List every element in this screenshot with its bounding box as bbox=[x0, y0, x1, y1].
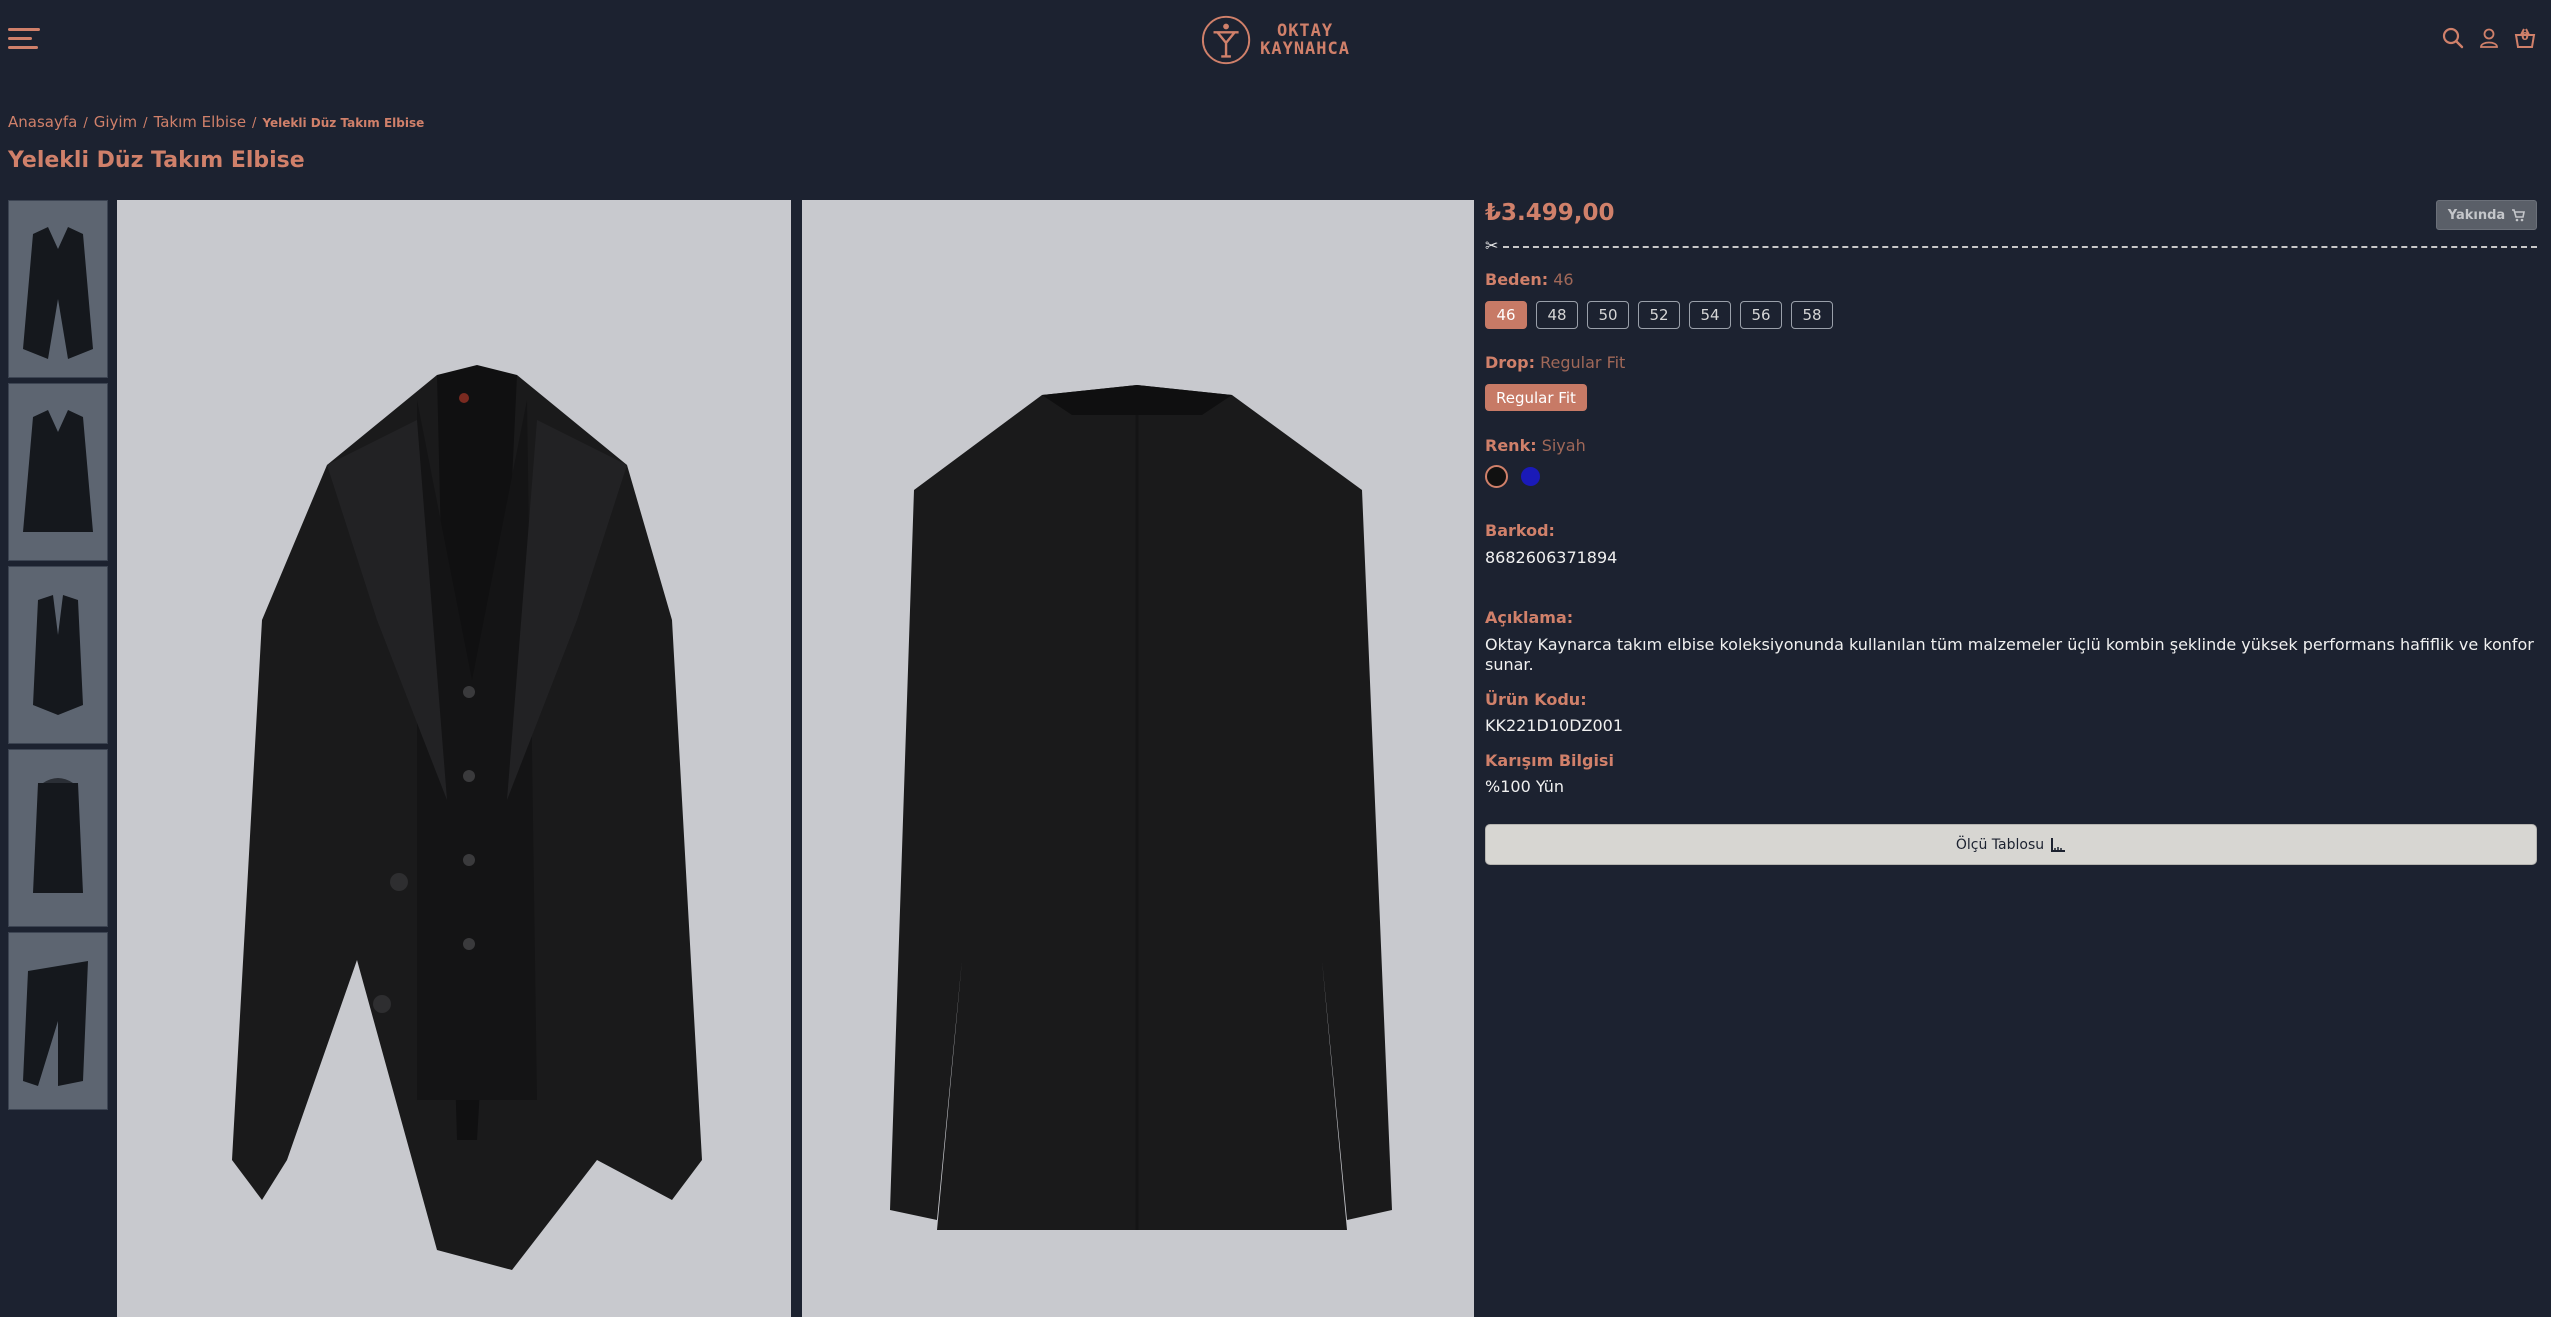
size-option-58[interactable]: 58 bbox=[1791, 301, 1833, 329]
cart-count: 0 bbox=[2521, 30, 2529, 43]
barcode-value: 8682606371894 bbox=[1485, 548, 1618, 567]
breadcrumb: Anasayfa / Giyim / Takım Elbise / Yelekl… bbox=[8, 113, 424, 131]
product-price: ₺3.499,00 bbox=[1485, 200, 1615, 226]
breadcrumb-current: Yelekli Düz Takım Elbise bbox=[262, 116, 425, 130]
breadcrumb-separator: / bbox=[83, 116, 88, 131]
logo-emblem-icon bbox=[1201, 15, 1251, 65]
menu-icon[interactable] bbox=[8, 28, 40, 50]
breadcrumb-takim-elbise[interactable]: Takım Elbise bbox=[154, 113, 246, 131]
size-selected: 46 bbox=[1553, 270, 1574, 289]
site-header: OKTAY KAYNAHCA 0 bbox=[0, 0, 2551, 80]
breadcrumb-giyim[interactable]: Giyim bbox=[94, 113, 137, 131]
drop-row: Drop: Regular Fit bbox=[1485, 353, 1625, 372]
product-code-value: KK221D10DZ001 bbox=[1485, 716, 1624, 735]
size-table-label: Ölçü Tablosu bbox=[1955, 836, 2045, 853]
size-table-button[interactable]: Ölçü Tablosu bbox=[1485, 824, 2537, 865]
thumbnail-trousers[interactable] bbox=[8, 932, 108, 1110]
size-option-50[interactable]: 50 bbox=[1587, 301, 1629, 329]
ruler-icon bbox=[2051, 837, 2066, 852]
page-title: Yelekli Düz Takım Elbise bbox=[8, 148, 305, 173]
header-actions: 0 bbox=[2441, 26, 2537, 54]
description-label: Açıklama: bbox=[1485, 608, 1574, 627]
coming-soon-label: Yakında bbox=[2447, 207, 2506, 223]
cart-button[interactable]: 0 bbox=[2513, 26, 2537, 54]
product-image-front[interactable] bbox=[117, 200, 791, 1317]
size-options: 46 48 50 52 54 56 58 bbox=[1485, 301, 1833, 329]
size-option-54[interactable]: 54 bbox=[1689, 301, 1731, 329]
thumbnail-vest[interactable] bbox=[8, 566, 108, 744]
breadcrumb-home[interactable]: Anasayfa bbox=[8, 113, 77, 131]
color-row: Renk: Siyah bbox=[1485, 436, 1586, 455]
size-label: Beden: bbox=[1485, 270, 1549, 289]
color-selected: Siyah bbox=[1541, 436, 1586, 455]
coming-soon-button[interactable]: Yakında bbox=[2436, 200, 2537, 230]
thumbnail-vest-back[interactable] bbox=[8, 749, 108, 927]
color-swatches bbox=[1485, 465, 1542, 488]
cart-small-icon bbox=[2512, 208, 2526, 221]
description-text: Oktay Kaynarca takım elbise koleksiyonun… bbox=[1485, 635, 2534, 674]
thumbnail-jacket-closed[interactable] bbox=[8, 383, 108, 561]
logo-text: OKTAY KAYNAHCA bbox=[1260, 21, 1350, 59]
scissors-icon: ✂ bbox=[1485, 236, 1499, 255]
search-icon[interactable] bbox=[2441, 26, 2465, 50]
brand-logo[interactable]: OKTAY KAYNAHCA bbox=[1200, 12, 1350, 68]
color-swatch-blue[interactable] bbox=[1519, 465, 1542, 488]
user-icon[interactable] bbox=[2477, 26, 2501, 50]
color-swatch-black[interactable] bbox=[1485, 465, 1508, 488]
fit-option-regular[interactable]: Regular Fit bbox=[1485, 384, 1587, 411]
size-option-46[interactable]: 46 bbox=[1485, 301, 1527, 329]
drop-label: Drop: bbox=[1485, 353, 1536, 372]
breadcrumb-separator: / bbox=[143, 116, 148, 131]
thumbnail-list bbox=[8, 200, 108, 1115]
size-option-48[interactable]: 48 bbox=[1536, 301, 1578, 329]
color-label: Renk: bbox=[1485, 436, 1537, 455]
breadcrumb-separator: / bbox=[252, 116, 257, 131]
drop-selected: Regular Fit bbox=[1540, 353, 1626, 372]
cut-line-divider: ✂ bbox=[1485, 236, 2537, 255]
product-image-back[interactable] bbox=[802, 200, 1474, 1317]
size-option-56[interactable]: 56 bbox=[1740, 301, 1782, 329]
size-row: Beden: 46 bbox=[1485, 270, 1574, 289]
size-option-52[interactable]: 52 bbox=[1638, 301, 1680, 329]
composition-value: %100 Yün bbox=[1485, 777, 1565, 796]
thumbnail-jacket-front[interactable] bbox=[8, 200, 108, 378]
barcode-label: Barkod: bbox=[1485, 521, 1555, 540]
composition-label: Karışım Bilgisi bbox=[1485, 751, 1614, 770]
product-code-label: Ürün Kodu: bbox=[1485, 690, 1587, 709]
